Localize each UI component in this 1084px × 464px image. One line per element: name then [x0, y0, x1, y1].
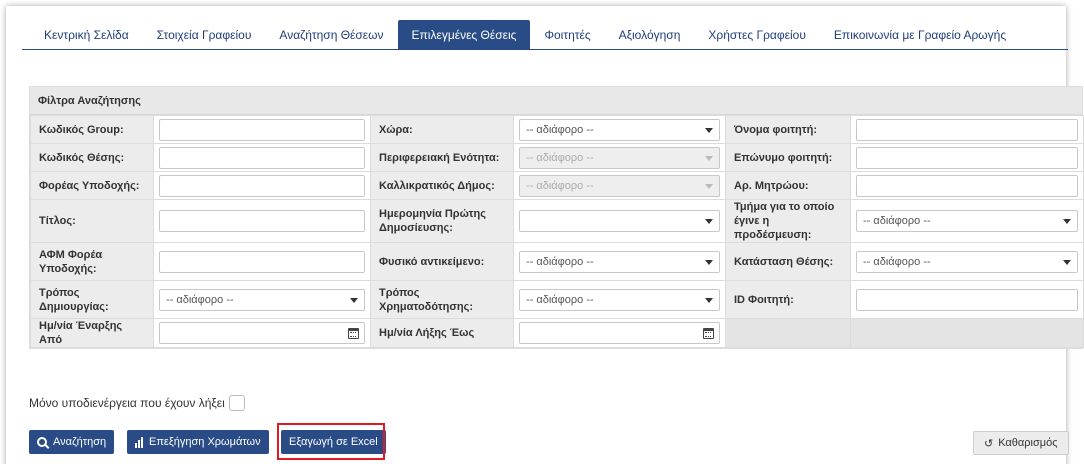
colors-help-button[interactable]: Επεξήγηση Χρωμάτων: [127, 430, 269, 454]
subject-area-select[interactable]: -- αδιάφορο --: [519, 250, 720, 273]
filter-row: ΑΦΜ Φορέα Υποδοχής: Φυσικό αντικείμενο: …: [30, 242, 1084, 281]
chevron-down-icon: [705, 155, 713, 161]
chevron-down-icon: [350, 297, 358, 303]
filter-label: Κωδικός Group:: [30, 115, 154, 144]
title-input[interactable]: [159, 210, 365, 232]
position-status-select[interactable]: -- αδιάφορο --: [856, 250, 1078, 273]
filter-row: Κωδικός Group: Χώρα: -- αδιάφορο -- Όνομ…: [30, 115, 1084, 144]
empty-cell: [725, 318, 851, 348]
filters-grid: Κωδικός Group: Χώρα: -- αδιάφορο -- Όνομ…: [30, 115, 1084, 348]
select-value: -- αδιάφορο --: [863, 255, 931, 268]
end-date-to-input[interactable]: [519, 322, 720, 344]
chevron-down-icon: [705, 297, 713, 303]
chevron-down-icon: [705, 259, 713, 265]
nav-selected-positions[interactable]: Επιλεγμένες Θέσεις: [397, 20, 531, 50]
student-last-name-input[interactable]: [856, 146, 1078, 169]
filter-label: Ημ/νία Έναρξης Από: [30, 318, 154, 348]
select-value: -- αδιάφορο --: [526, 293, 594, 306]
start-date-from-input[interactable]: [159, 322, 365, 344]
chevron-down-icon: [1063, 259, 1071, 265]
nav-helpdesk-contact[interactable]: Επικοινωνία με Γραφείο Αρωγής: [820, 20, 1020, 50]
nav-home[interactable]: Κεντρική Σελίδα: [30, 20, 143, 50]
host-organization-input[interactable]: [159, 174, 365, 197]
country-select[interactable]: -- αδιάφορο --: [519, 118, 720, 141]
refresh-icon: ↺: [984, 437, 994, 450]
filter-label: Αρ. Μητρώου:: [725, 171, 851, 200]
funding-method-select[interactable]: -- αδιάφορο --: [519, 288, 720, 311]
reservation-department-select[interactable]: -- αδιάφορο --: [856, 210, 1078, 232]
chevron-down-icon: [705, 127, 713, 133]
municipality-select: -- αδιάφορο --: [519, 174, 720, 197]
nav-office-users[interactable]: Χρήστες Γραφείου: [694, 20, 820, 50]
nav-evaluation[interactable]: Αξιολόγηση: [605, 20, 695, 50]
select-value: -- αδιάφορο --: [526, 179, 594, 192]
filter-row: Ημ/νία Έναρξης Από Ημ/νία Λήξης Έως: [30, 318, 1084, 348]
nav-office-info[interactable]: Στοιχεία Γραφείου: [143, 20, 266, 50]
student-id-input[interactable]: [856, 288, 1078, 311]
filter-label: Φυσικό αντικείμενο:: [370, 242, 514, 281]
nav-students[interactable]: Φοιτητές: [530, 20, 604, 50]
filter-label: Ημερομηνία Πρώτης Δημοσίευσης:: [370, 199, 514, 243]
nav-position-search[interactable]: Αναζήτηση Θέσεων: [265, 20, 397, 50]
chevron-down-icon: [705, 219, 713, 224]
filter-label: Καλλικρατικός Δήμος:: [370, 171, 514, 200]
filter-row: Φορέας Υποδοχής: Καλλικρατικός Δήμος: --…: [30, 171, 1084, 200]
highlight-box: [277, 423, 385, 460]
filter-row: Κωδικός Θέσης: Περιφερειακή Ενότητα: -- …: [30, 143, 1084, 172]
filter-label: Τρόπος Δημιουργίας:: [30, 280, 154, 319]
search-button[interactable]: Αναζήτηση: [29, 430, 115, 454]
expired-only-label: Μόνο υποδιενέργεια που έχουν λήξει: [29, 396, 225, 410]
search-icon: [37, 437, 47, 447]
expired-only-filter: Μόνο υποδιενέργεια που έχουν λήξει: [29, 395, 245, 411]
calendar-icon[interactable]: [703, 328, 714, 339]
student-first-name-input[interactable]: [856, 118, 1078, 141]
select-value: -- αδιάφορο --: [526, 255, 594, 268]
colors-help-label: Επεξήγηση Χρωμάτων: [149, 436, 261, 448]
position-code-input[interactable]: [159, 146, 365, 169]
group-code-input[interactable]: [159, 118, 365, 141]
chevron-down-icon: [705, 183, 713, 189]
filter-row: Τρόπος Δημιουργίας: -- αδιάφορο -- Τρόπο…: [30, 280, 1084, 319]
filter-label: Τμήμα για το οποίο έγινε η προδέσμευση:: [725, 199, 851, 243]
filter-label: Κωδικός Θέσης:: [30, 143, 154, 172]
filter-label: ΑΦΜ Φορέα Υποδοχής:: [30, 242, 154, 281]
select-value: -- αδιάφορο --: [526, 151, 594, 164]
filter-label: Χώρα:: [370, 115, 514, 144]
filter-label: Τίτλος:: [30, 199, 154, 243]
main-nav: Κεντρική Σελίδα Στοιχεία Γραφείου Αναζήτ…: [30, 18, 1020, 50]
filter-label: Τρόπος Χρηματοδότησης:: [370, 280, 514, 319]
select-value: -- αδιάφορο --: [166, 293, 234, 306]
filter-label: Ημ/νία Λήξης Έως: [370, 318, 514, 348]
clear-button[interactable]: ↺ Καθαρισμός: [973, 431, 1069, 455]
first-publication-date-select[interactable]: [519, 210, 720, 232]
chevron-down-icon: [1063, 219, 1071, 224]
select-value: -- αδιάφορο --: [863, 215, 931, 227]
select-value: -- αδιάφορο --: [526, 123, 594, 136]
filter-label: Περιφερειακή Ενότητα:: [370, 143, 514, 172]
expired-only-checkbox[interactable]: [228, 395, 245, 411]
search-filters-panel: Φίλτρα Αναζήτησης Κωδικός Group: Χώρα: -…: [29, 86, 1084, 349]
filter-label: ID Φοιτητή:: [725, 280, 851, 319]
filter-label: Όνομα φοιτητή:: [725, 115, 851, 144]
filters-title: Φίλτρα Αναζήτησης: [30, 87, 1082, 115]
filter-label: Κατάσταση Θέσης:: [725, 242, 851, 281]
nav-underline: [22, 49, 1068, 50]
empty-cell: [850, 318, 1084, 348]
host-vat-input[interactable]: [159, 250, 365, 273]
regional-unit-select: -- αδιάφορο --: [519, 146, 720, 169]
search-button-label: Αναζήτηση: [53, 436, 107, 448]
registry-number-input[interactable]: [856, 174, 1078, 197]
filter-row: Τίτλος: Ημερομηνία Πρώτης Δημοσίευσης: Τ…: [30, 199, 1084, 243]
calendar-icon[interactable]: [348, 328, 359, 339]
creation-method-select[interactable]: -- αδιάφορο --: [159, 288, 365, 311]
clear-button-label: Καθαρισμός: [998, 437, 1058, 449]
filter-label: Φορέας Υποδοχής:: [30, 171, 154, 200]
filter-label: Επώνυμο φοιτητή:: [725, 143, 851, 172]
bar-chart-icon: [135, 436, 143, 448]
